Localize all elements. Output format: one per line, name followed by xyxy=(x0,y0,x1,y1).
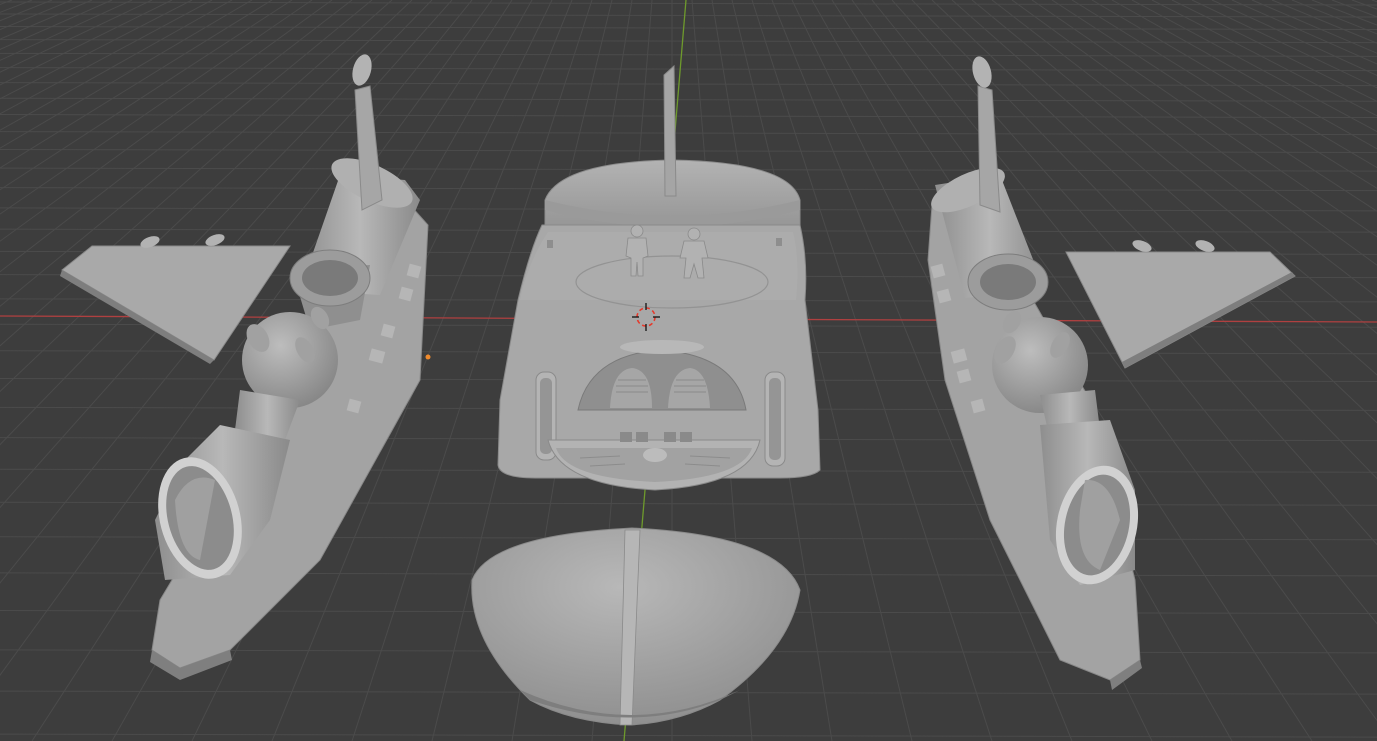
origin-point-icon[interactable] xyxy=(425,354,431,360)
3d-viewport[interactable] xyxy=(0,0,1377,741)
